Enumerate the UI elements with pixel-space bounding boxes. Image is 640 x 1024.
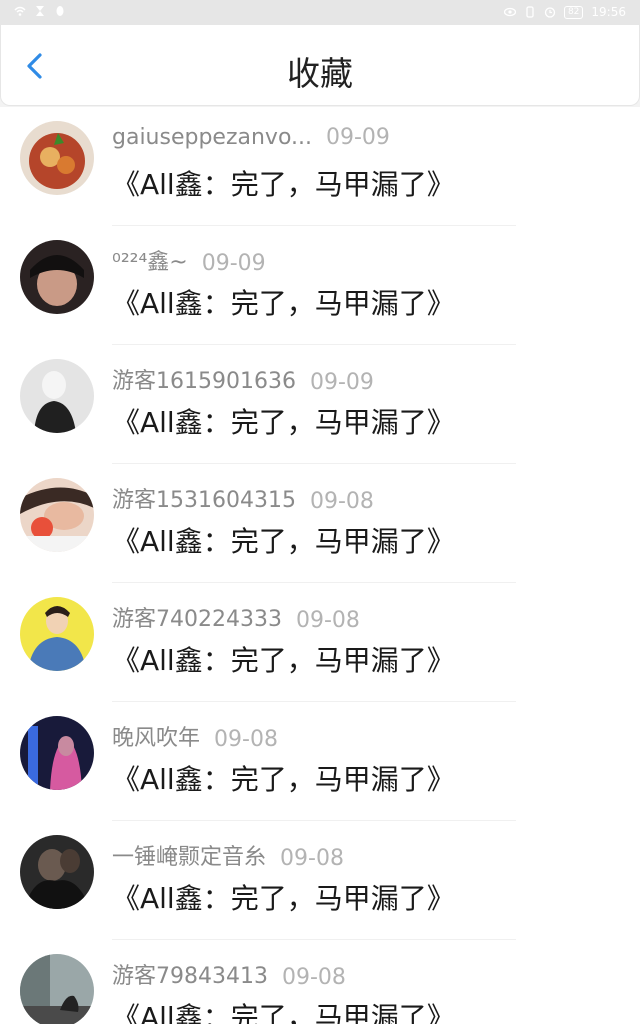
avatar[interactable] [20,835,94,909]
date-label: 09-08 [281,965,346,990]
qq-icon [56,6,64,16]
item-title[interactable]: 《All鑫：完了，马甲漏了》 [112,282,455,322]
username[interactable]: 一锤崦颢定音糸 [112,839,266,871]
username[interactable]: 游客1615901636 [112,363,296,395]
date-label: 09-08 [214,727,278,752]
username[interactable]: gaiuseppezanvo... [112,125,312,150]
avatar[interactable] [20,359,94,433]
avatar[interactable] [20,121,94,195]
clock: 19:56 [591,5,626,19]
alarm-icon [544,7,556,18]
list-item[interactable]: 游客1531604315 09-08 《All鑫：完了，马甲漏了》 [0,464,640,583]
battery-indicator: 82 [563,5,584,19]
vibrate-icon [526,6,534,18]
username[interactable]: 晚风吹年 [112,720,200,752]
avatar[interactable] [20,954,94,1024]
status-bar: 82 19:56 [0,0,640,25]
avatar[interactable] [20,716,94,790]
item-title[interactable]: 《All鑫：完了，马甲漏了》 [112,996,455,1024]
eye-icon [503,7,516,17]
list-item[interactable]: 游客79843413 09-08 《All鑫：完了，马甲漏了》 [0,940,640,1024]
username[interactable]: ⁰²²⁴鑫~ [112,244,188,276]
item-title[interactable]: 《All鑫：完了，马甲漏了》 [112,877,455,917]
list-item[interactable]: 一锤崦颢定音糸 09-08 《All鑫：完了，马甲漏了》 [0,821,640,940]
date-label: 09-09 [201,251,266,276]
item-title[interactable]: 《All鑫：完了，马甲漏了》 [112,639,455,679]
page-title: 收藏 [287,54,353,93]
username[interactable]: 游客740224333 [112,601,282,633]
wifi-icon [14,6,26,16]
date-label: 09-09 [309,370,374,395]
item-title[interactable]: 《All鑫：完了，马甲漏了》 [112,401,455,441]
item-title[interactable]: 《All鑫：完了，马甲漏了》 [112,163,455,203]
date-label: 09-08 [309,489,374,514]
list-item[interactable]: gaiuseppezanvo... 09-09 《All鑫：完了，马甲漏了》 [0,107,640,226]
header-bar: 收藏 [0,25,640,106]
avatar[interactable] [20,240,94,314]
date-label: 09-09 [326,125,390,150]
list-item[interactable]: 游客740224333 09-08 《All鑫：完了，马甲漏了》 [0,583,640,702]
hourglass-icon [36,6,44,16]
username[interactable]: 游客79843413 [112,958,268,990]
list-item[interactable]: 晚风吹年 09-08 《All鑫：完了，马甲漏了》 [0,702,640,821]
date-label: 09-08 [280,846,344,871]
date-label: 09-08 [295,608,360,633]
avatar[interactable] [20,478,94,552]
item-title[interactable]: 《All鑫：完了，马甲漏了》 [112,758,455,798]
list-item[interactable]: 游客1615901636 09-09 《All鑫：完了，马甲漏了》 [0,345,640,464]
list-item[interactable]: ⁰²²⁴鑫~ 09-09 《All鑫：完了，马甲漏了》 [0,226,640,345]
item-title[interactable]: 《All鑫：完了，马甲漏了》 [112,520,455,560]
username[interactable]: 游客1531604315 [112,482,296,514]
avatar[interactable] [20,597,94,671]
favorites-list: gaiuseppezanvo... 09-09 《All鑫：完了，马甲漏了》 ⁰²… [0,107,640,1024]
